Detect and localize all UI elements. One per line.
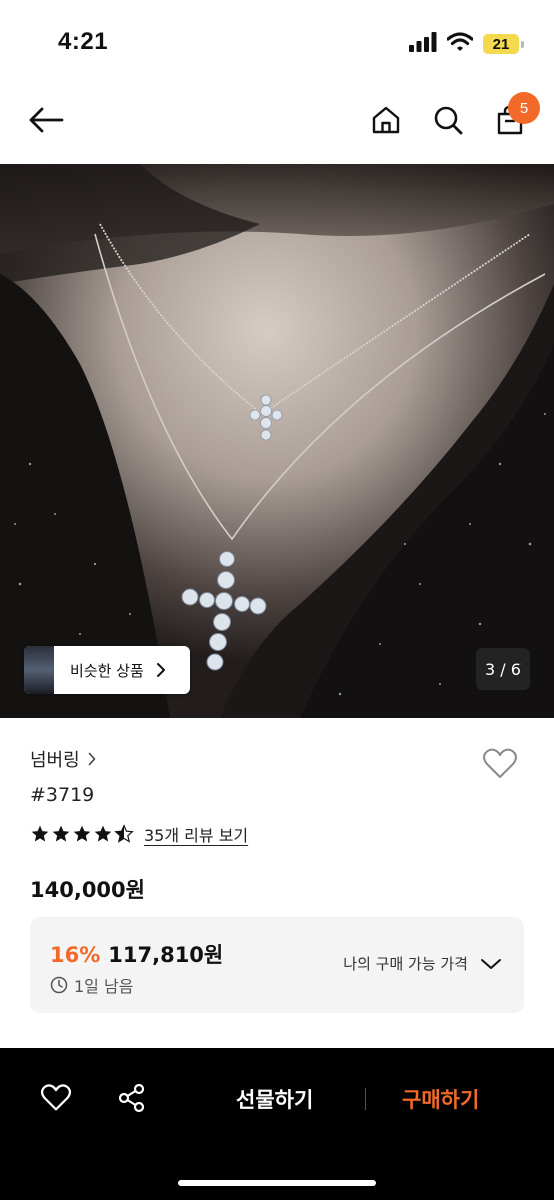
gift-button[interactable]: 선물하기 — [236, 1084, 313, 1114]
status-icons: 21 — [409, 32, 524, 56]
discount-box: 16% 117,810원 1일 남음 나의 구매 가능 가격 — [30, 917, 524, 1013]
star-icon — [94, 825, 112, 842]
divider — [365, 1088, 366, 1110]
star-icon — [73, 825, 91, 842]
product-image-carousel[interactable]: 비슷한 상품 3 / 6 — [0, 164, 554, 718]
my-price-label: 나의 구매 가능 가격 — [343, 955, 468, 973]
discount-main: 16% 117,810원 — [50, 939, 223, 969]
product-name: #3719 — [30, 784, 95, 806]
discount-percent: 16% — [50, 943, 101, 967]
star-icon — [31, 825, 49, 842]
product-photo — [0, 164, 554, 718]
battery-level: 21 — [483, 34, 519, 54]
chevron-down-icon — [481, 958, 501, 969]
cart-button[interactable]: 5 — [488, 92, 540, 142]
chevron-right-icon — [88, 752, 95, 766]
timer-text: 1일 남음 — [74, 977, 134, 996]
heart-icon — [483, 748, 517, 778]
star-rating — [30, 824, 134, 844]
similar-product-thumbnail — [24, 646, 54, 694]
back-arrow-icon — [29, 107, 64, 133]
brand-link[interactable]: 넘버링 — [30, 746, 96, 772]
rating-row: 35개 리뷰 보기 — [30, 822, 248, 846]
search-button[interactable] — [426, 98, 470, 142]
back-button[interactable] — [24, 98, 68, 142]
bottom-like-button[interactable] — [36, 1078, 76, 1118]
share-button[interactable] — [112, 1078, 152, 1118]
similar-products-button[interactable]: 비슷한 상품 — [24, 646, 190, 694]
discount-timer: 1일 남음 — [50, 973, 133, 997]
my-price-dropdown[interactable]: 나의 구매 가능 가격 — [343, 953, 502, 974]
search-icon — [434, 106, 463, 135]
half-star-icon — [114, 824, 134, 843]
share-icon — [118, 1083, 145, 1113]
like-button[interactable] — [478, 742, 522, 786]
wifi-icon — [446, 32, 474, 56]
discount-price: 117,810원 — [108, 943, 224, 967]
heart-icon — [40, 1084, 72, 1111]
similar-products-label: 비슷한 상품 — [70, 661, 144, 680]
image-counter: 3 / 6 — [476, 648, 530, 690]
review-link[interactable]: 35개 리뷰 보기 — [144, 822, 248, 846]
bottom-action-bar: 선물하기 구매하기 — [0, 1048, 554, 1200]
clock-icon — [50, 976, 68, 994]
home-indicator — [178, 1180, 376, 1186]
cart-count-badge: 5 — [508, 92, 540, 124]
home-button[interactable] — [364, 98, 408, 142]
buy-button[interactable]: 구매하기 — [402, 1084, 479, 1114]
brand-name: 넘버링 — [30, 750, 80, 771]
status-time: 4:21 — [58, 28, 109, 55]
star-icon — [52, 825, 70, 842]
status-bar: 4:21 21 — [0, 0, 554, 86]
top-nav: 5 — [0, 86, 554, 164]
home-icon — [372, 106, 400, 134]
product-detail-page: 4:21 21 5 비슷한 상품 3 / 6 넘버링 #3719 35개 리뷰 … — [0, 0, 554, 1200]
original-price: 140,000원 — [30, 878, 145, 902]
cellular-signal-icon — [409, 32, 437, 56]
battery-icon: 21 — [483, 34, 524, 54]
chevron-right-icon — [156, 663, 165, 677]
